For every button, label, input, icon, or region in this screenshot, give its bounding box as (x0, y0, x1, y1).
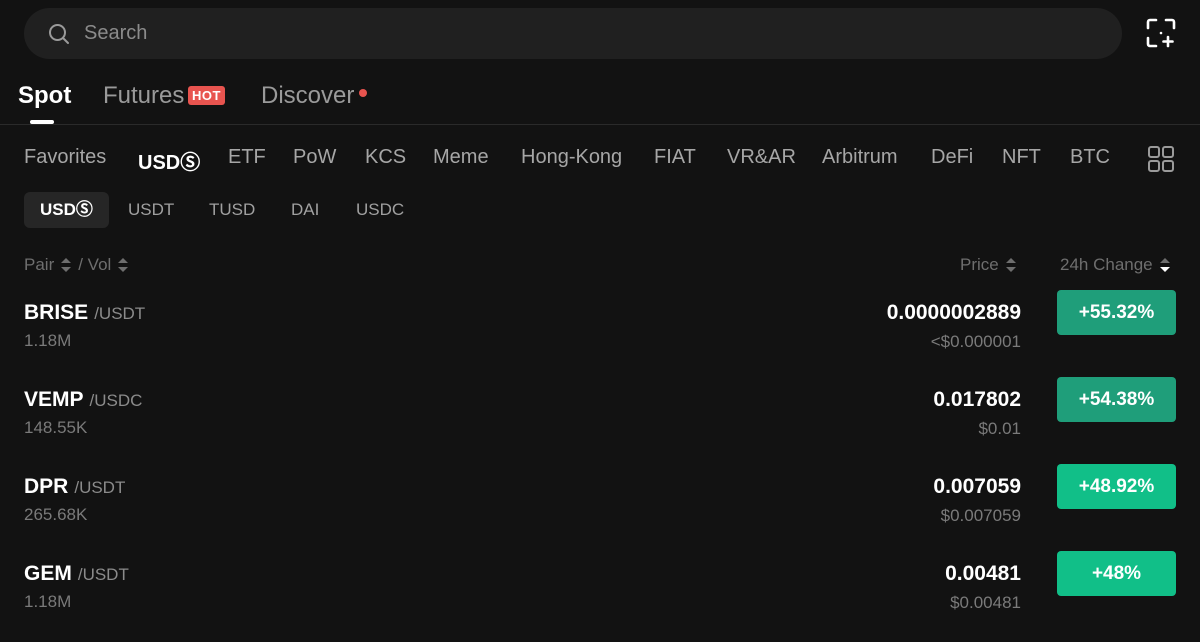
search-icon (49, 23, 69, 44)
sort-desc-icon[interactable] (1159, 257, 1171, 273)
grid-view-icon[interactable] (1148, 146, 1174, 172)
pair-symbol: BRISE/USDT (24, 301, 146, 324)
subtab-dai[interactable]: DAI (291, 192, 319, 228)
category-pow[interactable]: PoW (293, 146, 336, 169)
header-24h-change[interactable]: 24h Change (1060, 255, 1153, 275)
pair-volume: 265.68K (24, 505, 88, 524)
search-input[interactable] (82, 21, 986, 46)
scan-qr-icon[interactable] (1146, 18, 1176, 48)
category-arbitrum[interactable]: Arbitrum (822, 146, 898, 169)
category-kcs[interactable]: KCS (365, 146, 406, 169)
change-badge[interactable]: +48.92% (1057, 464, 1176, 509)
header-pair-vol: Pair / Vol (24, 255, 129, 275)
pair-volume: 1.18M (24, 331, 72, 350)
pair-quote: /USDT (77, 565, 129, 584)
category-usds[interactable]: USDⓈ (138, 146, 200, 175)
pair-usd-price: $0.00481 (950, 593, 1021, 612)
pair-usd-price: $0.01 (978, 419, 1021, 438)
category-vr-ar[interactable]: VR&AR (727, 146, 796, 169)
category-hong-kong[interactable]: Hong-Kong (521, 146, 622, 169)
table-row[interactable]: GEM/USDT 1.18M 0.00481 $0.00481 +48% (0, 551, 1200, 642)
tabs-divider (0, 124, 1200, 125)
subtab-tusd[interactable]: TUSD (209, 192, 255, 228)
category-meme[interactable]: Meme (433, 146, 489, 169)
category-defi[interactable]: DeFi (931, 146, 973, 169)
pair-symbol: GEM/USDT (24, 562, 129, 585)
pair-volume: 1.18M (24, 592, 72, 611)
category-nft[interactable]: NFT (1002, 146, 1041, 169)
header-change-wrap: 24h Change (1060, 255, 1171, 275)
category-fiat[interactable]: FIAT (654, 146, 696, 169)
pair-quote: /USDT (74, 478, 126, 497)
pair-quote: /USDC (89, 391, 143, 410)
pair-symbol: DPR/USDT (24, 475, 126, 498)
pair-usd-price: <$0.000001 (930, 332, 1021, 351)
table-row[interactable]: DPR/USDT 265.68K 0.007059 $0.007059 +48.… (0, 464, 1200, 555)
header-pair[interactable]: Pair (24, 255, 54, 275)
pair-price: 0.00481 (945, 562, 1021, 585)
tab-spot[interactable]: Spot (18, 82, 71, 110)
subtab-usdc[interactable]: USDC (356, 192, 404, 228)
search-bar[interactable] (24, 8, 1122, 59)
sort-icon[interactable] (1005, 257, 1017, 273)
pair-volume: 148.55K (24, 418, 88, 437)
notification-dot (359, 89, 367, 97)
table-row[interactable]: VEMP/USDC 148.55K 0.017802 $0.01 +54.38% (0, 377, 1200, 468)
pair-price: 0.007059 (933, 475, 1021, 498)
category-btc[interactable]: BTC (1070, 146, 1110, 169)
header-vol[interactable]: / Vol (78, 255, 111, 275)
subtab-usdt[interactable]: USDT (128, 192, 174, 228)
sort-icon[interactable] (60, 257, 72, 273)
change-badge[interactable]: +54.38% (1057, 377, 1176, 422)
header-price-wrap: Price (960, 255, 1017, 275)
pair-symbol: VEMP/USDC (24, 388, 143, 411)
hot-badge: HOT (188, 86, 225, 105)
tab-discover[interactable]: Discover (261, 82, 354, 110)
category-tabs: Favorites USDⓈ ETF PoW KCS Meme Hong-Kon… (0, 146, 1200, 174)
pair-quote: /USDT (94, 304, 146, 323)
category-etf[interactable]: ETF (228, 146, 266, 169)
pair-price: 0.0000002889 (886, 301, 1021, 324)
change-badge[interactable]: +48% (1057, 551, 1176, 596)
tab-futures[interactable]: Futures (103, 82, 184, 110)
pair-price: 0.017802 (933, 388, 1021, 411)
subtab-usds[interactable]: USDⓈ (24, 192, 109, 228)
sort-icon[interactable] (117, 257, 129, 273)
table-row[interactable]: BRISE/USDT 1.18M 0.0000002889 <$0.000001… (0, 290, 1200, 381)
category-favorites[interactable]: Favorites (24, 146, 106, 169)
change-badge[interactable]: +55.32% (1057, 290, 1176, 335)
pair-usd-price: $0.007059 (940, 506, 1021, 525)
header-price[interactable]: Price (960, 255, 999, 275)
